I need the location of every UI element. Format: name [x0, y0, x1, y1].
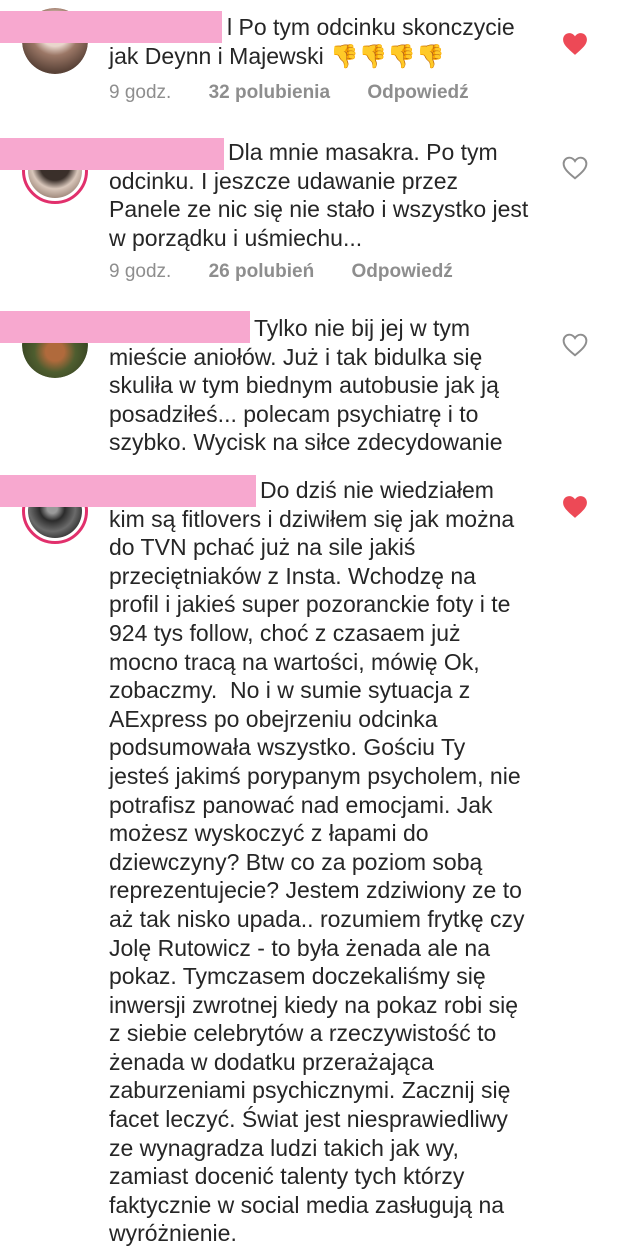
comment-text: Do dziś nie wiedziałem kim są fitlovers … — [109, 477, 531, 1247]
comment: l Po tym odcinku skonczycie jak Deynn i … — [0, 0, 623, 110]
heart-filled-icon[interactable] — [562, 495, 588, 519]
heart-outline-icon[interactable] — [562, 333, 588, 357]
reply-button[interactable]: Odpowiedź — [351, 261, 452, 282]
comment: Dla mnie masakra. Po tym odcinku. I jesz… — [0, 128, 623, 293]
comment-text: Dla mnie masakra. Po tym odcinku. I jesz… — [109, 139, 535, 251]
comment-text: Tylko nie bij jej w tym mieście aniołów.… — [109, 315, 506, 456]
heart-outline-icon[interactable] — [562, 156, 588, 180]
comment-meta: 9 godz. 26 polubień Odpowiedź — [109, 261, 485, 283]
comment: Tylko nie bij jej w tym mieście aniołów.… — [0, 306, 623, 456]
comment-time: 9 godz. — [109, 82, 172, 103]
comment: Do dziś nie wiedziałem kim są fitlovers … — [0, 470, 623, 1253]
heart-filled-icon[interactable] — [562, 32, 588, 56]
comment-meta: 9 godz. 32 polubienia Odpowiedź — [109, 82, 501, 104]
likes-count[interactable]: 32 polubienia — [209, 82, 330, 103]
reply-button[interactable]: Odpowiedź — [367, 82, 468, 103]
comment-time: 9 godz. — [109, 261, 172, 282]
likes-count[interactable]: 26 polubień — [209, 261, 315, 282]
comment-text: l Po tym odcinku skonczycie jak Deynn i … — [109, 14, 522, 69]
